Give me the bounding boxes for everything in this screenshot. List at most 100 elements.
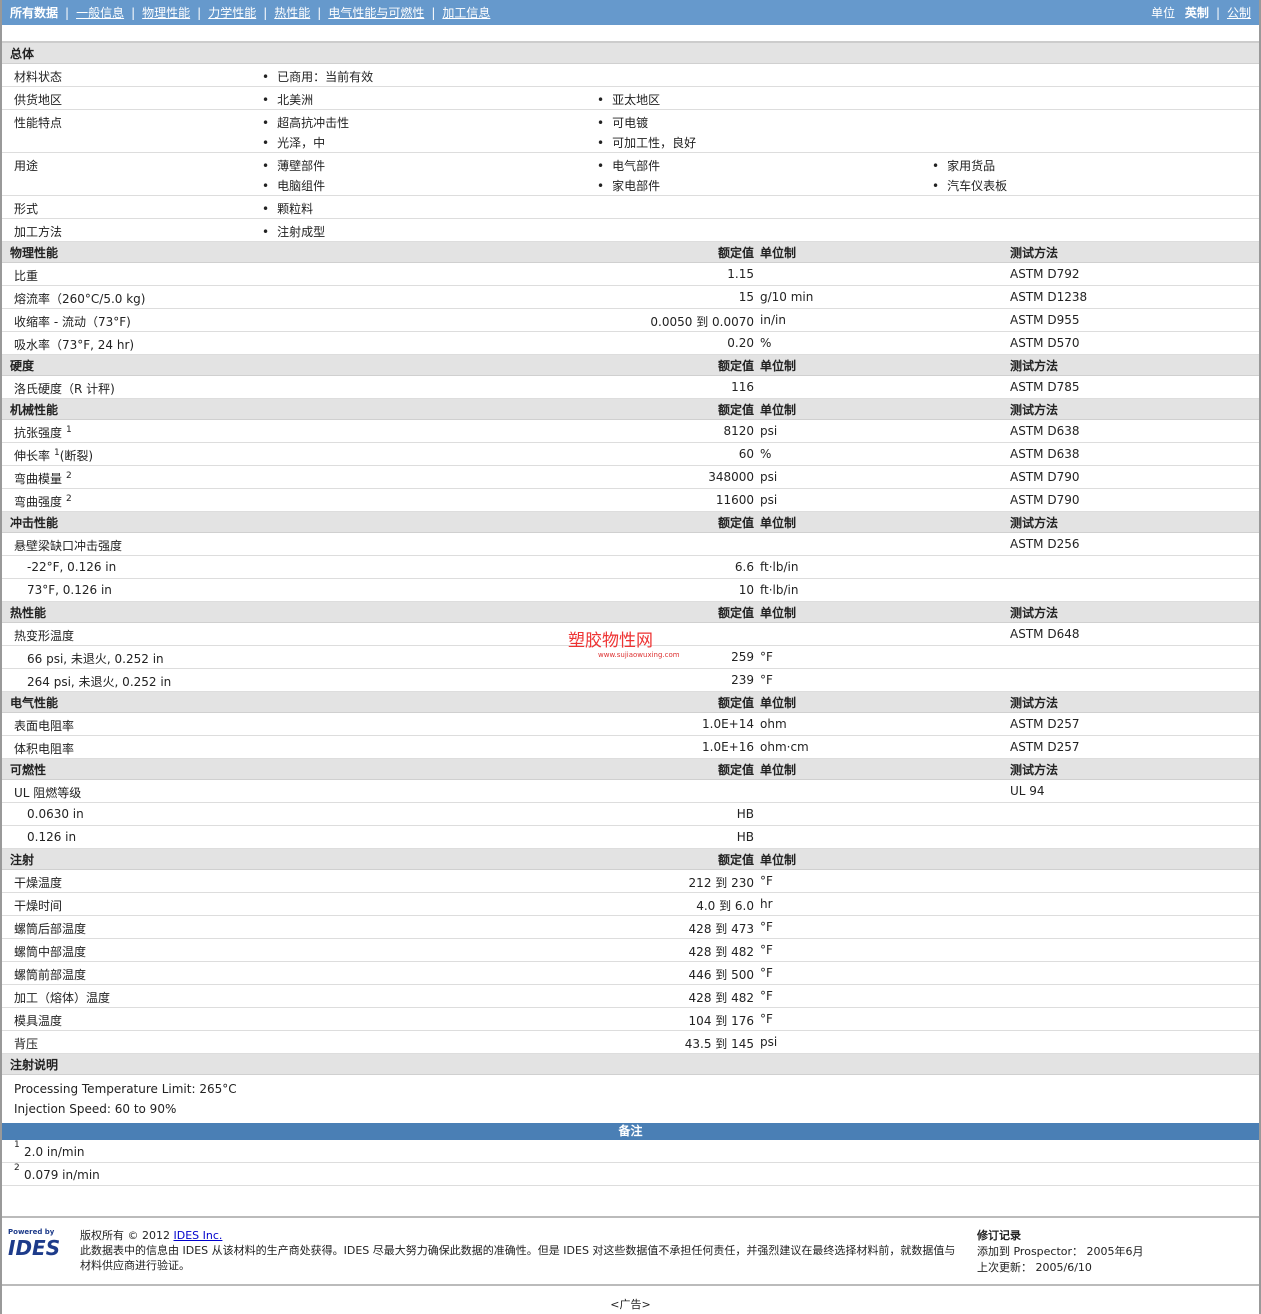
property-value: 60	[738, 447, 754, 461]
column-header-value: 额定值	[717, 852, 754, 867]
nav-link-4[interactable]: 热性能	[274, 6, 310, 20]
bullet-item: 薄壁部件	[262, 157, 325, 174]
general-section: 材料状态 已商用：当前有效供货地区 北美洲 亚太地区性能特点 超高抗冲击性 可电镀光泽，中…	[2, 64, 1259, 242]
footnote: 1 2.0 in/min	[2, 1140, 1259, 1163]
property-unit: %	[760, 336, 772, 350]
property-label: 弯曲模量 2	[14, 470, 72, 487]
test-method: ASTM D256	[1010, 537, 1080, 551]
section-header: 硬度 额定值 单位制 测试方法	[2, 355, 1259, 376]
bullet-item: 家电部件	[597, 177, 660, 194]
test-method: ASTM D955	[1010, 313, 1080, 327]
property-value: 428 到 482	[688, 991, 754, 1005]
watermark: 塑胶物性网 www.sujiaowuxing.com	[568, 626, 680, 659]
property-unit: °F	[760, 650, 773, 664]
property-row: 悬壁梁缺口冲击强度 ASTM D256	[2, 533, 1259, 556]
spacer	[2, 25, 1259, 43]
column-header-method: 测试方法	[1010, 695, 1059, 710]
nav-link-0[interactable]: 所有数据	[10, 6, 58, 20]
nav-separator: |	[317, 6, 322, 20]
property-unit: °F	[760, 1012, 773, 1026]
nav-link-1[interactable]: 一般信息	[76, 6, 124, 20]
section-nav: 所有数据 | 一般信息 | 物理性能 | 力学性能 | 热性能 | 电气性能与可燃性 | 加工信息	[10, 4, 490, 21]
section-title: 注射说明	[10, 1057, 59, 1072]
property-name: 73°F, 0.126 in	[27, 583, 112, 597]
property-value: 259	[731, 650, 754, 664]
property-name: 洛氏硬度（R 计秤)	[14, 382, 115, 396]
copyright-block: 版权所有 © 2012 IDES Inc. 此数据表中的信息由 IDES 从该材…	[80, 1228, 960, 1273]
ides-logo: Powered by IDES	[8, 1228, 72, 1260]
section-header: 冲击性能 额定值 单位制 测试方法	[2, 512, 1259, 533]
footnote: 2 0.079 in/min	[2, 1163, 1259, 1186]
general-row: 材料状态 已商用：当前有效	[2, 64, 1259, 87]
section-title: 冲击性能	[10, 515, 59, 530]
unit-metric-link[interactable]: 公制	[1227, 6, 1251, 20]
property-name: 热变形温度	[14, 629, 75, 643]
nav-separator: |	[65, 6, 70, 20]
test-method: ASTM D1238	[1010, 290, 1088, 304]
property-name: 66 psi, 未退火, 0.252 in	[27, 652, 164, 666]
company-link[interactable]: IDES Inc.	[174, 1229, 223, 1242]
property-value: 8120	[723, 424, 754, 438]
general-row: 形式 颗粒料	[2, 196, 1259, 219]
footnote-number: 2	[14, 1163, 20, 1173]
property-label: UL 阻燃等级	[14, 784, 81, 801]
property-name: UL 阻燃等级	[14, 786, 82, 800]
added-value: 2005年6月	[1086, 1245, 1144, 1258]
column-header-value: 额定值	[717, 695, 754, 710]
nav-link-6[interactable]: 加工信息	[442, 6, 490, 20]
section-title: 机械性能	[10, 402, 59, 417]
property-label: 表面电阻率	[14, 717, 74, 734]
section-header-injection-notes: 注射说明	[2, 1054, 1259, 1075]
logo-text: IDES	[8, 1236, 61, 1260]
property-value: 1.0E+16	[702, 740, 754, 754]
property-unit: °F	[760, 989, 773, 1003]
remarks-header: 备注	[2, 1123, 1259, 1140]
property-row: 抗张强度 1 8120 psi ASTM D638	[2, 420, 1259, 443]
property-label: 264 psi, 未退火, 0.252 in	[27, 673, 171, 690]
bullet-item: 家用货品	[932, 157, 995, 174]
general-row: 性能特点 超高抗冲击性 可电镀光泽，中 可加工性，良好	[2, 110, 1259, 153]
bullet-item: 可电镀	[597, 114, 648, 131]
column-header-unit: 单位制	[760, 245, 797, 260]
property-name: 抗张强度	[14, 426, 63, 440]
bullet-item: 可加工性，良好	[597, 134, 696, 151]
general-row-label: 加工方法	[14, 225, 63, 239]
section-title: 物理性能	[10, 245, 59, 260]
property-label: 66 psi, 未退火, 0.252 in	[27, 650, 164, 667]
property-value: HB	[736, 830, 754, 844]
column-header-value: 额定值	[717, 358, 754, 373]
property-row: 73°F, 0.126 in 10 ft·lb/in	[2, 579, 1259, 602]
property-value: 348000	[708, 470, 754, 484]
bullet-item: 电气部件	[597, 157, 660, 174]
general-row: 用途 薄壁部件 电气部件 家用货品电脑组件 家电部件 汽车仪表板	[2, 153, 1259, 196]
nav-link-2[interactable]: 物理性能	[142, 6, 190, 20]
bullet-item: 亚太地区	[597, 91, 660, 108]
added-label: 添加到 Prospector：	[977, 1245, 1084, 1258]
property-row: UL 阻燃等级 UL 94	[2, 780, 1259, 803]
property-name: 背压	[14, 1037, 39, 1051]
unit-switch: 单位 英制 | 公制	[1151, 6, 1251, 20]
property-value: 10	[738, 583, 754, 597]
nav-link-5[interactable]: 电气性能与可燃性	[328, 6, 424, 20]
property-label: 0.126 in	[27, 830, 76, 844]
property-value: 1.15	[727, 267, 754, 281]
property-value: HB	[736, 807, 754, 821]
nav-link-3[interactable]: 力学性能	[208, 6, 256, 20]
updated-label: 上次更新：	[977, 1261, 1032, 1274]
property-row: 干燥温度 212 到 230 °F	[2, 870, 1259, 893]
general-row-label: 供货地区	[14, 93, 63, 107]
test-method: ASTM D638	[1010, 424, 1080, 438]
section-header: 热性能 额定值 单位制 测试方法	[2, 602, 1259, 623]
property-label: 悬壁梁缺口冲击强度	[14, 537, 122, 554]
unit-english[interactable]: 英制	[1185, 6, 1209, 20]
section-header: 电气性能 额定值 单位制 测试方法	[2, 692, 1259, 713]
property-value: 446 到 500	[688, 968, 754, 982]
property-name: 表面电阻率	[14, 719, 75, 733]
injection-notes: Processing Temperature Limit: 265°C Inje…	[2, 1075, 1259, 1123]
bullet-item: 光泽，中	[262, 134, 325, 151]
property-value: 428 到 482	[688, 945, 754, 959]
property-label: 比重	[14, 267, 38, 284]
property-row: 螺筒中部温度 428 到 482 °F	[2, 939, 1259, 962]
property-label: 73°F, 0.126 in	[27, 583, 112, 597]
property-row: 洛氏硬度（R 计秤) 116 ASTM D785	[2, 376, 1259, 399]
